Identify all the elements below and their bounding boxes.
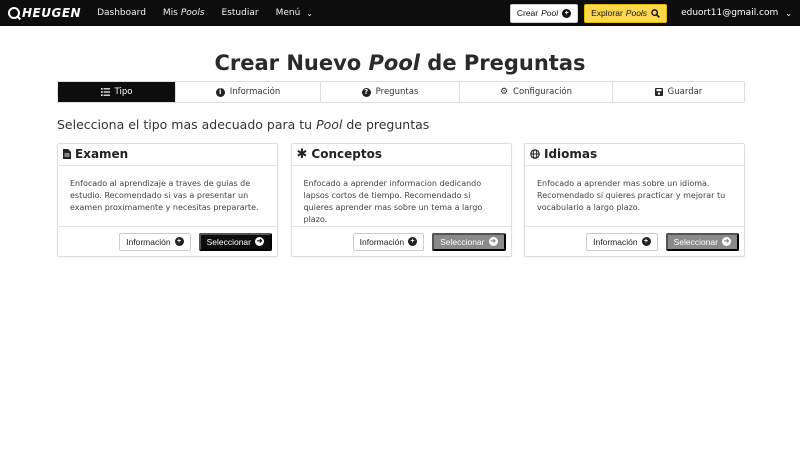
explore-pools-label: Explorar [591, 8, 623, 18]
step-preguntas[interactable]: ? Preguntas [321, 82, 460, 102]
step-label: Configuración [513, 87, 573, 97]
logo-q-icon [8, 7, 20, 19]
user-menu[interactable]: eduort11@gmail.com ⌄ [681, 8, 792, 18]
wizard-steps: Tipo i Información ? Preguntas ⚙ Configu… [57, 81, 745, 103]
plus-circle-icon: + [408, 237, 418, 247]
step-label: Guardar [667, 87, 703, 97]
page-title-prefix: Crear Nuevo [214, 51, 369, 75]
info-button-label: Información [126, 236, 171, 247]
plus-circle-icon: + [562, 8, 572, 18]
asterisk-icon: ✱ [296, 146, 308, 162]
card-conceptos: ✱ Conceptos Enfocado a aprender informac… [290, 143, 512, 257]
card-footer: Información + Seleccionar ➜ [58, 227, 277, 256]
step-label: Información [229, 87, 281, 97]
gears-icon: ⚙ [499, 87, 509, 97]
brand-logo[interactable]: HEUGEN [8, 6, 81, 20]
nav-link-menu[interactable]: Menú ⌄ [276, 8, 313, 18]
select-button[interactable]: Seleccionar ➜ [432, 232, 506, 251]
select-button-label: Seleccionar [440, 236, 485, 247]
nav-link-label-em: Pools [180, 8, 205, 18]
create-pool-label-em: Pool [541, 8, 559, 18]
select-button[interactable]: Seleccionar ➜ [198, 232, 272, 251]
nav-link-estudiar[interactable]: Estudiar [222, 8, 259, 18]
file-icon [63, 149, 71, 160]
card-idiomas: Idiomas Enfocado a aprender mas sobre un… [524, 143, 745, 257]
create-pool-label: Crear [516, 8, 539, 18]
info-button[interactable]: Información + [119, 232, 191, 251]
step-guardar[interactable]: Guardar [613, 82, 744, 102]
card-header: Examen [58, 144, 277, 166]
step-configuracion[interactable]: ⚙ Configuración [460, 82, 613, 102]
pool-type-cards: Examen Enfocado al aprendizaje a traves … [57, 143, 745, 257]
card-footer: Información + Seleccionar ➜ [525, 227, 744, 256]
card-examen: Examen Enfocado al aprendizaje a traves … [57, 143, 278, 257]
section-subtitle: Selecciona el tipo mas adecuado para tu … [57, 117, 429, 132]
arrow-right-circle-icon: ➜ [255, 237, 264, 247]
page-title: Crear Nuevo Pool de Preguntas [0, 51, 800, 81]
info-icon: i [215, 87, 225, 97]
subtitle-suffix: de preguntas [342, 117, 430, 132]
card-footer: Información + Seleccionar ➜ [292, 227, 511, 256]
card-header: ✱ Conceptos [291, 144, 511, 166]
top-navbar: HEUGEN Dashboard Mis Pools Estudiar Menú… [0, 0, 800, 26]
card-description: Enfocado al aprendizaje a traves de guia… [58, 166, 277, 228]
card-title: Conceptos [311, 147, 382, 162]
card-description: Enfocado a aprender mas sobre un idioma.… [525, 166, 744, 228]
nav-link-label: Menú [275, 8, 301, 18]
info-button[interactable]: Información + [352, 232, 425, 251]
arrow-right-circle-icon: ➜ [722, 237, 731, 247]
step-label: Preguntas [375, 87, 419, 97]
search-icon [651, 8, 661, 18]
nav-link-label: Dashboard [97, 8, 146, 18]
brand-name: HEUGEN [22, 6, 82, 20]
question-icon: ? [361, 87, 371, 97]
nav-link-mis-pools[interactable]: Mis Pools [163, 8, 205, 18]
plus-circle-icon: + [174, 237, 184, 247]
card-description: Enfocado a aprender informacion dedicand… [291, 166, 511, 228]
info-button-label: Información [359, 236, 405, 247]
explore-pools-button[interactable]: Explorar Pools [584, 3, 668, 23]
info-button[interactable]: Información + [586, 232, 658, 251]
save-icon [654, 88, 663, 96]
card-header: Idiomas [525, 144, 744, 166]
select-button-label: Seleccionar [206, 236, 251, 247]
select-button-label: Seleccionar [673, 236, 718, 247]
step-label: Tipo [114, 87, 133, 97]
list-icon [100, 88, 110, 96]
card-title: Examen [75, 147, 129, 162]
nav-link-label: Estudiar [221, 8, 259, 18]
page-title-em: Pool [368, 51, 420, 75]
nav-link-label: Mis [162, 8, 178, 18]
explore-pools-label-em: Pools [625, 8, 648, 18]
chevron-down-icon: ⌄ [306, 8, 313, 18]
info-button-label: Información [593, 236, 638, 247]
plus-circle-icon: + [641, 237, 651, 247]
select-button[interactable]: Seleccionar ➜ [665, 232, 739, 251]
arrow-right-circle-icon: ➜ [488, 237, 498, 247]
subtitle-prefix: Selecciona el tipo mas adecuado para tu [57, 117, 317, 132]
step-tipo[interactable]: Tipo [58, 82, 176, 102]
user-email: eduort11@gmail.com [681, 8, 779, 18]
card-title: Idiomas [544, 147, 598, 162]
chevron-down-icon: ⌄ [785, 8, 792, 18]
create-pool-button[interactable]: Crear Pool + [509, 3, 579, 23]
step-informacion[interactable]: i Información [176, 82, 321, 102]
nav-link-dashboard[interactable]: Dashboard [97, 8, 146, 18]
subtitle-em: Pool [316, 117, 343, 132]
page-title-suffix: de Preguntas [419, 51, 586, 75]
globe-icon [530, 149, 540, 160]
